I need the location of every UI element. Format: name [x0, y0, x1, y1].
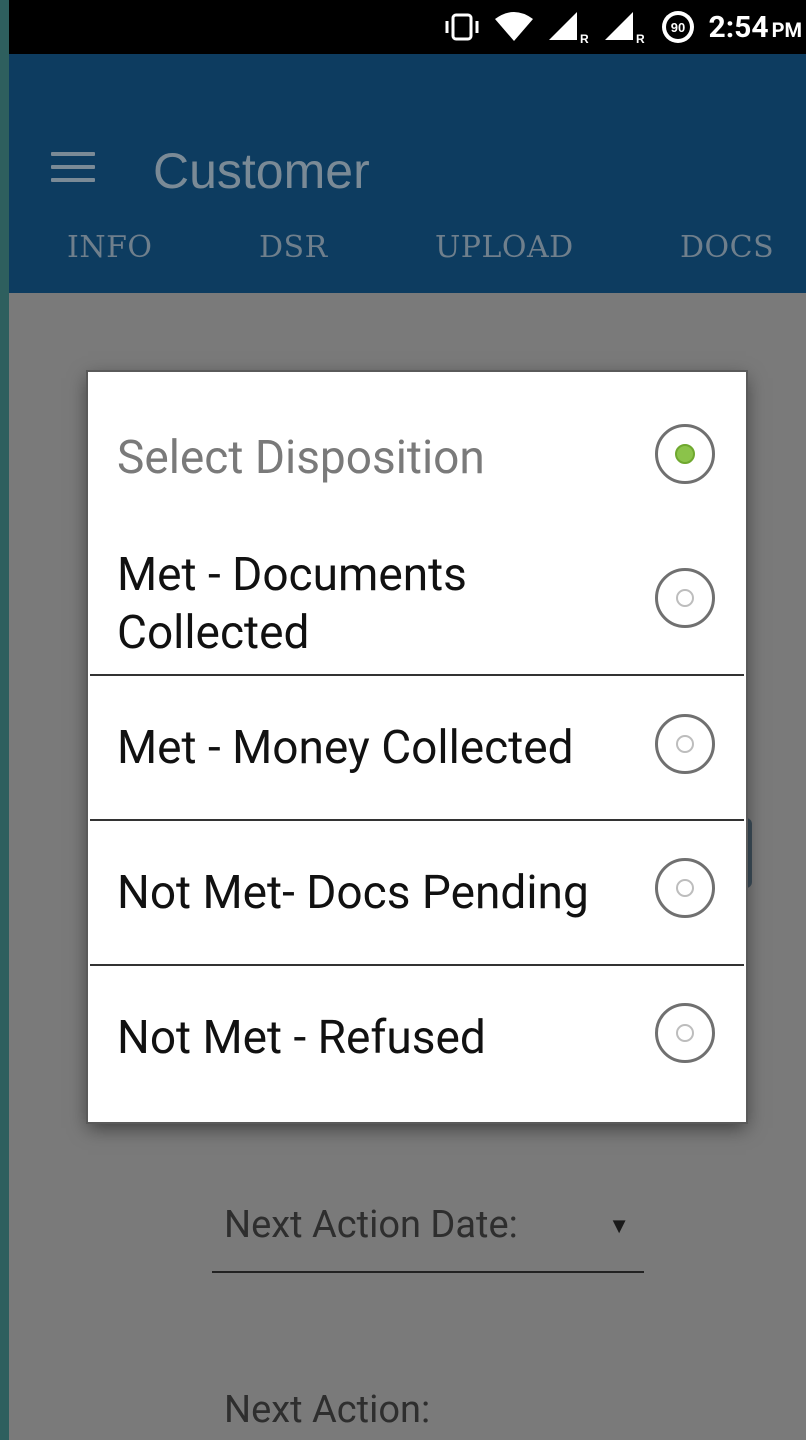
tab-upload[interactable]: UPLOAD	[435, 230, 574, 265]
tab-info[interactable]: INFO	[67, 230, 153, 265]
option-label: Met - Money Collected	[117, 721, 574, 775]
battery-level: 90	[670, 20, 684, 35]
svg-text:R: R	[636, 32, 645, 44]
option-not-met-docs-pending[interactable]: Not Met- Docs Pending	[88, 821, 746, 965]
tab-bar: INFO DSR UPLOAD DOCS	[9, 212, 806, 282]
radio-selected-icon[interactable]	[655, 424, 715, 484]
option-met-money-collected[interactable]: Met - Money Collected	[88, 676, 746, 820]
option-label: Select Disposition	[117, 431, 485, 485]
next-action-label: Next Action:	[224, 1388, 431, 1432]
radio-icon[interactable]	[655, 858, 715, 918]
hamburger-menu-icon[interactable]	[51, 152, 95, 192]
dropdown-arrow-icon: ▼	[608, 1214, 630, 1239]
page-title: Customer	[153, 143, 370, 199]
radio-icon[interactable]	[655, 1003, 715, 1063]
status-bar: R R 90 2:54 PM	[9, 0, 806, 54]
radio-icon[interactable]	[655, 714, 715, 774]
next-action-date-field[interactable]: Next Action Date: ▼	[212, 1195, 644, 1273]
tab-docs[interactable]: DOCS	[680, 230, 774, 265]
option-label: Not Met - Refused	[117, 1011, 486, 1065]
option-label: Not Met- Docs Pending	[117, 866, 589, 920]
status-time: 2:54 PM	[709, 10, 803, 45]
tab-dsr[interactable]: DSR	[259, 230, 328, 265]
disposition-dialog: Select Disposition Met - Documents Colle…	[88, 372, 746, 1122]
radio-icon[interactable]	[655, 568, 715, 628]
option-label: Met - Documents Collected	[117, 548, 467, 660]
vibrate-icon	[443, 12, 481, 42]
signal-roaming-icon: R	[603, 10, 647, 44]
option-met-documents-collected[interactable]: Met - Documents Collected	[88, 522, 746, 675]
battery-saver-icon: 90	[659, 8, 697, 46]
option-select-disposition[interactable]: Select Disposition	[88, 372, 746, 522]
left-edge-strip	[0, 0, 9, 1440]
clock-ampm: PM	[771, 17, 802, 42]
next-action-date-label: Next Action Date:	[224, 1203, 518, 1247]
wifi-icon	[493, 11, 535, 43]
signal-roaming-icon: R	[547, 10, 591, 44]
clock-time: 2:54	[708, 9, 769, 45]
svg-text:R: R	[580, 32, 589, 44]
option-not-met-refused[interactable]: Not Met - Refused	[88, 966, 746, 1122]
